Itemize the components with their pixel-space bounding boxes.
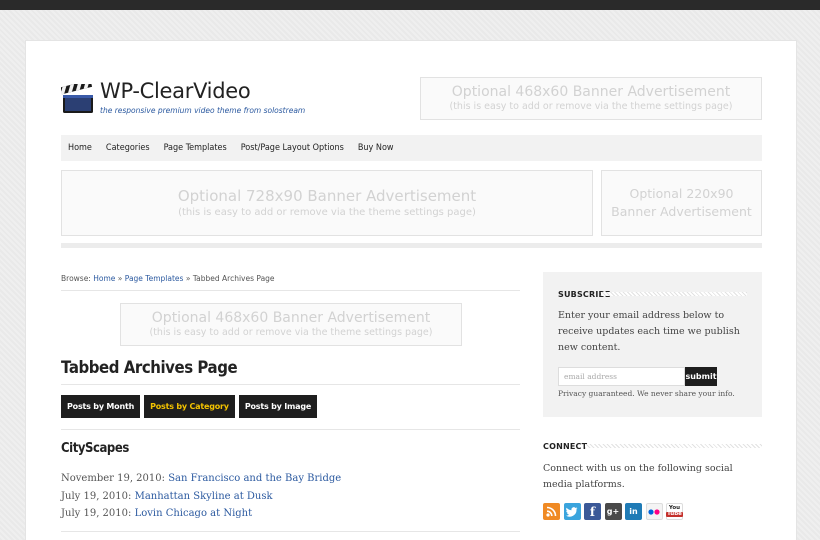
square-banner-ad[interactable]: Optional 220x90 Banner Advertisement: [601, 170, 762, 236]
post-date: November 19, 2010:: [61, 473, 165, 484]
nav-item-layout-options[interactable]: Post/Page Layout Options: [234, 135, 351, 161]
submit-button[interactable]: submit: [685, 367, 717, 386]
email-input[interactable]: email address: [558, 367, 685, 386]
youtube-icon[interactable]: You Tube: [666, 503, 683, 520]
tab-posts-by-category[interactable]: Posts by Category: [144, 395, 235, 418]
main-navigation: Home Categories Page Templates Post/Page…: [61, 135, 762, 161]
nav-item-buy-now[interactable]: Buy Now: [351, 135, 401, 161]
leaderboard-ad-line2: (this is easy to add or remove via the t…: [178, 207, 476, 218]
breadcrumb-home-link[interactable]: Home: [93, 274, 115, 283]
nav-item-categories[interactable]: Categories: [99, 135, 157, 161]
social-icons: f g+ in You Tube: [543, 503, 683, 520]
post-date: July 19, 2010:: [61, 508, 132, 519]
breadcrumb-parent-link[interactable]: Page Templates: [125, 274, 184, 283]
header-ad-line2: (this is easy to add or remove via the t…: [449, 101, 733, 112]
googleplus-icon[interactable]: g+: [604, 503, 622, 520]
post-date: July 19, 2010:: [61, 490, 132, 502]
content-banner-ad[interactable]: Optional 468x60 Banner Advertisement (th…: [120, 303, 462, 346]
privacy-note: Privacy guaranteed. We never share your …: [558, 389, 735, 398]
post-link[interactable]: San Francisco and the Bay Bridge: [168, 473, 341, 484]
breadcrumb-separator: »: [185, 274, 191, 283]
post-list: November 19, 2010: San Francisco and the…: [61, 470, 341, 523]
leaderboard-banner-ad[interactable]: Optional 728x90 Banner Advertisement (th…: [61, 170, 593, 236]
top-bar: [0, 0, 820, 10]
category-heading: CityScapes: [61, 441, 129, 456]
twitter-icon[interactable]: [563, 503, 581, 520]
rss-icon[interactable]: [543, 503, 560, 520]
breadcrumb-separator: »: [117, 274, 123, 283]
site-title[interactable]: WP-ClearVideo: [100, 79, 251, 103]
post-link[interactable]: Lovin Chicago at Night: [135, 508, 253, 519]
page-container: WP-ClearVideo the responsive premium vid…: [25, 40, 797, 540]
nav-item-page-templates[interactable]: Page Templates: [157, 135, 234, 161]
leaderboard-ad-line1: Optional 728x90 Banner Advertisement: [177, 187, 477, 205]
header-ad-line1: Optional 468x60 Banner Advertisement: [451, 84, 731, 100]
posts-divider: [61, 531, 520, 532]
flickr-icon[interactable]: [645, 503, 663, 520]
title-divider: [61, 384, 520, 385]
breadcrumb-divider: [61, 290, 520, 291]
archive-tabs: Posts by Month Posts by Category Posts b…: [61, 395, 318, 418]
content-ad-line1: Optional 468x60 Banner Advertisement: [151, 310, 431, 326]
header-divider: [61, 243, 762, 248]
subscribe-title-stripe: [601, 292, 747, 296]
list-item: November 19, 2010: San Francisco and the…: [61, 470, 341, 488]
tab-posts-by-month[interactable]: Posts by Month: [61, 395, 141, 418]
list-item: July 19, 2010: Lovin Chicago at Night: [61, 505, 341, 523]
page-title: Tabbed Archives Page: [61, 358, 238, 378]
site-tagline: the responsive premium video theme from …: [100, 106, 306, 115]
clapperboard-icon: [61, 84, 93, 113]
post-link[interactable]: Manhattan Skyline at Dusk: [135, 491, 273, 502]
list-item: July 19, 2010: Manhattan Skyline at Dusk: [61, 488, 341, 506]
site-logo[interactable]: WP-ClearVideo the responsive premium vid…: [61, 79, 321, 121]
connect-text: Connect with us on the following social …: [543, 463, 733, 490]
facebook-icon[interactable]: f: [584, 503, 601, 520]
nav-item-home[interactable]: Home: [61, 135, 99, 161]
subscribe-text: Enter your email address below to receiv…: [558, 310, 740, 353]
square-ad-line2: Banner Advertisement: [611, 204, 752, 219]
tabs-divider: [61, 429, 520, 430]
connect-title-stripe: [585, 444, 762, 448]
subscribe-widget: SUBSCRIBE Enter your email address below…: [543, 272, 762, 417]
connect-title: CONNECT: [543, 442, 588, 451]
linkedin-icon[interactable]: in: [625, 503, 642, 520]
tab-posts-by-image[interactable]: Posts by Image: [238, 395, 318, 418]
content-ad-line2: (this is easy to add or remove via the t…: [149, 327, 433, 338]
header-banner-ad[interactable]: Optional 468x60 Banner Advertisement (th…: [420, 77, 762, 120]
breadcrumb-current: Tabbed Archives Page: [192, 274, 275, 283]
square-ad-line1: Optional 220x90: [629, 186, 734, 201]
breadcrumb-prefix: Browse:: [61, 274, 91, 283]
breadcrumb: Browse: Home » Page Templates » Tabbed A…: [61, 274, 275, 283]
